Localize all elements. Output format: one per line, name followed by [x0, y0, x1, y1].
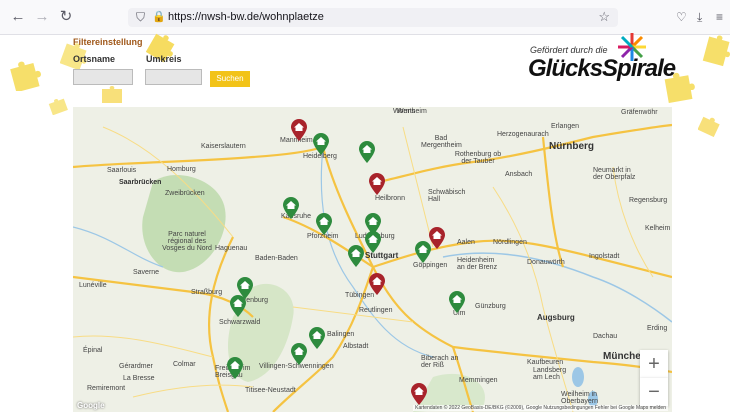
marker-green[interactable] [365, 231, 381, 253]
marker-green[interactable] [283, 197, 299, 219]
city-label: Erlangen [551, 123, 580, 130]
download-icon[interactable]: ⤓ [697, 9, 702, 25]
umkreis-input[interactable] [145, 69, 202, 85]
menu-icon[interactable]: ≡ [716, 9, 723, 25]
city-label: Günzburg [475, 303, 506, 310]
city-label: Remiremont [87, 385, 126, 392]
city-label: Rothenburg ob der Tauber [454, 151, 502, 165]
marker-red[interactable] [411, 383, 427, 405]
city-label: Bad Mergentheim [421, 135, 462, 149]
gluecksspirale-logo[interactable]: GlücksSpirale [528, 55, 676, 83]
ortsname-label: Ortsname [73, 54, 116, 64]
marker-green[interactable] [309, 327, 325, 349]
city-label: Parc naturel régional des Vosges du Nord [162, 231, 212, 252]
marker-green[interactable] [230, 295, 246, 317]
forward-icon[interactable]: → [32, 7, 52, 27]
logo-subtitle: Gefördert durch die [530, 45, 608, 55]
city-label: Schwäbisch Hall [428, 189, 466, 203]
ortsname-input[interactable] [73, 69, 133, 85]
marker-red[interactable] [369, 273, 385, 295]
city-label: Saarbrücken [119, 179, 162, 186]
page-content: Filtereinstellung Ortsname Umkreis Suche… [0, 33, 730, 412]
city-label: Baden-Baden [255, 255, 298, 262]
city-label: Albstadt [343, 343, 369, 350]
marker-green[interactable] [227, 357, 243, 379]
city-label: Heidenheim an der Brenz [457, 257, 498, 271]
city-label: Épinal [83, 347, 103, 354]
city-label: Nürnberg [549, 141, 594, 152]
city-label: Heilbronn [375, 195, 405, 202]
browser-toolbar: ← → ↻ ⛉ 🔒 https://nwsh-bw.de/wohnplaetze… [0, 0, 730, 35]
city-label: Lunéville [79, 282, 107, 289]
map-attribution[interactable]: Kartendaten © 2022 GeoBasis-DE/BKG (©200… [413, 405, 668, 411]
city-label: Haguenau [215, 245, 248, 252]
city-label: Herzogenaurach [497, 131, 549, 138]
puzzle-piece-icon [698, 116, 720, 137]
city-label: Saverne [133, 269, 160, 276]
puzzle-piece-icon [48, 98, 68, 115]
zoom-in-button[interactable]: + [640, 350, 668, 378]
city-label: Kelheim [645, 225, 671, 232]
city-label: Titisee-Neustadt [245, 387, 296, 394]
city-label: Balingen [327, 331, 355, 338]
city-label: Saarlouis [107, 167, 137, 174]
bookmark-star-icon[interactable]: ☆ [598, 9, 610, 25]
marker-red[interactable] [291, 119, 307, 141]
url-text[interactable]: https://nwsh-bw.de/wohnplaetze [168, 11, 324, 24]
marker-green[interactable] [449, 291, 465, 313]
city-label: La Bresse [123, 375, 155, 382]
marker-green[interactable] [348, 245, 364, 267]
city-label: Homburg [167, 166, 196, 173]
umkreis-label: Umkreis [146, 54, 182, 64]
pocket-icon[interactable]: ♡ [676, 9, 687, 25]
city-label: Wertheim [397, 108, 427, 115]
city-label: Augsburg [537, 313, 575, 322]
marker-green[interactable] [313, 133, 329, 155]
puzzle-piece-icon [702, 35, 730, 67]
city-label: Gräfenwöhr [621, 109, 658, 116]
city-label: Kaufbeuren [527, 359, 564, 366]
city-label: Erding [647, 325, 668, 332]
zoom-out-button[interactable]: − [640, 378, 668, 406]
city-label: Landsberg am Lech [533, 367, 567, 381]
back-icon[interactable]: ← [8, 7, 28, 27]
city-label: Reutlingen [359, 307, 393, 314]
city-label: Ingolstadt [589, 253, 620, 260]
marker-red[interactable] [429, 227, 445, 249]
map[interactable]: Worms Mannheim Heidelberg Kaiserslautern… [73, 107, 672, 412]
reload-icon[interactable]: ↻ [56, 7, 76, 27]
city-label: Zweibrücken [165, 190, 205, 197]
spiral-logo-icon [618, 33, 646, 61]
search-button[interactable]: Suchen [210, 71, 250, 87]
marker-green[interactable] [316, 213, 332, 235]
city-label: Donauwörth [527, 259, 565, 266]
lock-icon[interactable]: 🔒 [152, 10, 166, 25]
city-label: Colmar [173, 361, 196, 368]
url-bar[interactable]: ⛉ 🔒 https://nwsh-bw.de/wohnplaetze ☆ [128, 8, 618, 27]
city-label: Dachau [593, 333, 618, 340]
puzzle-piece-icon [102, 86, 122, 103]
marker-green[interactable] [415, 241, 431, 263]
city-label: Ansbach [505, 171, 533, 178]
city-label: Gérardmer [119, 363, 153, 370]
city-label: Schwarzwald [219, 319, 261, 326]
city-label: Regensburg [629, 197, 668, 204]
filter-title: Filtereinstellung [73, 37, 143, 47]
city-label: Memmingen [459, 377, 498, 384]
city-label: Neumarkt in der Oberpfalz [593, 167, 636, 181]
city-label: Göppingen [413, 262, 448, 269]
city-label: Nördlingen [493, 239, 527, 246]
tracking-shield-icon[interactable]: ⛉ [136, 10, 145, 25]
google-logo[interactable]: Google [77, 401, 105, 410]
city-label: Biberach an der Riß [421, 355, 459, 369]
marker-green[interactable] [291, 343, 307, 365]
city-label: Straßburg [191, 289, 223, 296]
city-label: Aalen [457, 239, 475, 246]
marker-red[interactable] [369, 173, 385, 195]
city-label: Weilheim in Oberbayern [561, 391, 598, 405]
puzzle-piece-icon [10, 61, 41, 91]
marker-green[interactable] [359, 141, 375, 163]
city-label: Kaiserslautern [201, 143, 246, 150]
